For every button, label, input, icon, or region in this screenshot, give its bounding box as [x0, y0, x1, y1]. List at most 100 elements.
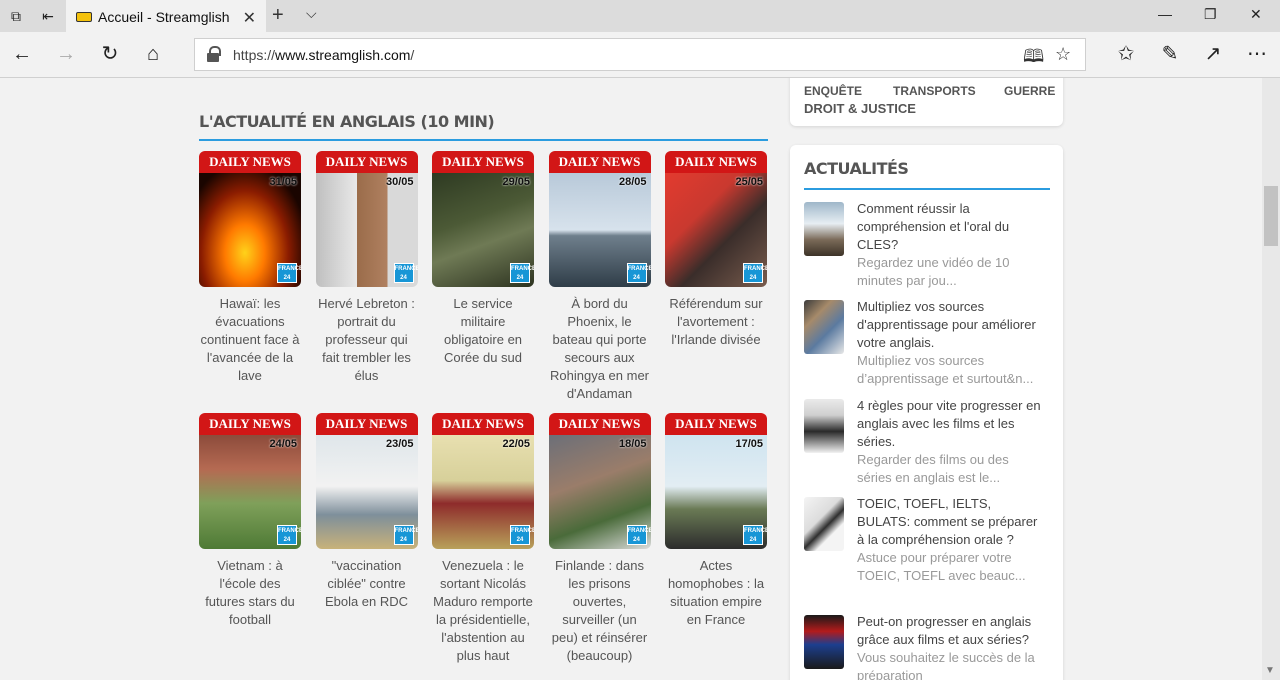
- video-caption[interactable]: Référendum sur l'avortement : l'Irlande …: [665, 295, 767, 349]
- video-caption[interactable]: Actes homophobes : la situation empire e…: [665, 557, 767, 629]
- france24-logo-icon: FRANCE 24: [393, 263, 418, 283]
- back-icon[interactable]: ←: [10, 42, 34, 66]
- news-thumbnail[interactable]: [804, 202, 844, 256]
- news-thumbnail[interactable]: [804, 497, 844, 551]
- favorite-star-icon[interactable]: ☆: [1055, 44, 1071, 65]
- pen-icon[interactable]: ✎: [1158, 42, 1182, 66]
- page-content: L'ACTUALITÉ EN ANGLAIS (10 MIN) DAILY NE…: [0, 78, 1262, 680]
- news-summary: Vous souhaitez le succès de la préparati…: [857, 650, 1035, 680]
- video-card[interactable]: DAILY NEWS 31/05 FRANCE 24 Hawaï: les évacu…: [199, 151, 301, 385]
- news-headline[interactable]: Peut-on progresser en anglais grâce aux …: [857, 613, 1047, 649]
- video-date: 22/05: [502, 438, 530, 450]
- video-thumbnail[interactable]: 25/05 FRANCE 24: [665, 173, 767, 287]
- refresh-icon[interactable]: ↻: [98, 42, 122, 66]
- daily-news-badge: DAILY NEWS: [548, 151, 651, 173]
- news-divider: [804, 188, 1050, 190]
- tag-guerre[interactable]: GUERRE: [1004, 84, 1055, 98]
- video-thumbnail[interactable]: 29/05 FRANCE 24: [432, 173, 534, 287]
- news-headline[interactable]: Multipliez vos sources d'apprentissage p…: [857, 298, 1047, 352]
- tab-actions-icon[interactable]: ⧉: [6, 6, 26, 26]
- video-caption[interactable]: Hervé Lebreton : portrait du professeur …: [316, 295, 418, 385]
- video-card[interactable]: DAILY NEWS 22/05 FRANCE 24 Venezuela : le s…: [432, 413, 534, 665]
- video-thumbnail[interactable]: 24/05 FRANCE 24: [199, 435, 301, 549]
- url-text[interactable]: https://www.streamglish.com/: [233, 47, 414, 63]
- minimize-icon[interactable]: —: [1158, 6, 1172, 22]
- news-thumbnail[interactable]: [804, 399, 844, 453]
- restore-icon[interactable]: ❐: [1204, 6, 1217, 23]
- france24-logo-icon: FRANCE 24: [626, 263, 651, 283]
- daily-news-badge: DAILY NEWS: [199, 413, 301, 435]
- video-caption[interactable]: Venezuela : le sortant Nicolás Maduro re…: [432, 557, 534, 665]
- video-card[interactable]: DAILY NEWS 30/05 FRANCE 24 Hervé Lebreton :…: [315, 151, 418, 385]
- video-caption[interactable]: Le service militaire obligatoire en Coré…: [432, 295, 534, 367]
- video-card[interactable]: DAILY NEWS 18/05 FRANCE 24 Finlande : dans …: [548, 413, 651, 665]
- daily-news-badge: DAILY NEWS: [199, 151, 301, 173]
- france24-logo-icon: FRANCE 24: [393, 525, 418, 545]
- france24-logo-icon: FRANCE 24: [743, 263, 767, 283]
- scroll-down-icon[interactable]: ▼: [1265, 665, 1275, 676]
- tag-transports[interactable]: TRANSPORTS: [893, 84, 976, 98]
- address-bar[interactable]: https://www.streamglish.com/ 🕮 ☆: [194, 38, 1086, 71]
- video-card[interactable]: DAILY NEWS 28/05 FRANCE 24 À bord du Phoeni…: [548, 151, 651, 403]
- video-caption[interactable]: Hawaï: les évacuations continuent face à…: [199, 295, 301, 385]
- video-thumbnail[interactable]: 28/05 FRANCE 24: [548, 173, 651, 287]
- tab-accueil[interactable]: Accueil - Streamglish ✕: [66, 0, 266, 32]
- close-window-icon[interactable]: ✕: [1250, 6, 1262, 23]
- lock-icon: [207, 46, 221, 62]
- france24-logo-icon: FRANCE 24: [277, 525, 301, 545]
- news-summary: Astuce pour préparer votre TOEIC, TOEFL …: [857, 550, 1026, 583]
- daily-news-badge: DAILY NEWS: [315, 413, 418, 435]
- video-thumbnail[interactable]: 18/05 FRANCE 24: [548, 435, 651, 549]
- video-thumbnail[interactable]: 23/05 FRANCE 24: [315, 435, 418, 549]
- news-panel: ACTUALITÉS Comment réussir la compréhens…: [790, 145, 1063, 680]
- video-thumbnail[interactable]: 22/05 FRANCE 24: [432, 435, 534, 549]
- more-icon[interactable]: ⋯: [1245, 42, 1269, 66]
- scrollbar-thumb[interactable]: [1264, 186, 1278, 246]
- video-caption[interactable]: Vietnam : à l'école des futures stars du…: [199, 557, 301, 629]
- video-thumbnail[interactable]: 30/05 FRANCE 24: [315, 173, 418, 287]
- tab-title: Accueil - Streamglish: [98, 9, 230, 25]
- news-summary: Regardez une vidéo de 10 minutes par jou…: [857, 255, 1010, 288]
- video-card[interactable]: DAILY NEWS 23/05 FRANCE 24 "vaccination cib…: [315, 413, 418, 611]
- france24-logo-icon: FRANCE 24: [626, 525, 651, 545]
- france24-logo-icon: FRANCE 24: [510, 263, 534, 283]
- news-thumbnail[interactable]: [804, 615, 844, 669]
- new-tab-icon[interactable]: +: [272, 4, 284, 27]
- daily-news-badge: DAILY NEWS: [432, 413, 534, 435]
- daily-news-badge: DAILY NEWS: [432, 151, 534, 173]
- favorites-hub-icon[interactable]: ✩: [1114, 42, 1138, 66]
- share-icon[interactable]: ↗: [1201, 42, 1225, 66]
- video-caption[interactable]: Finlande : dans les prisons ouvertes, su…: [549, 557, 651, 665]
- navigation-bar: ← → ↻ ⌂ https://www.streamglish.com/ 🕮 ☆…: [0, 32, 1280, 78]
- video-thumbnail[interactable]: 31/05 FRANCE 24: [199, 173, 301, 287]
- tag-droit-justice[interactable]: DROIT & JUSTICE: [804, 101, 916, 116]
- video-thumbnail[interactable]: 17/05 FRANCE 24: [665, 435, 767, 549]
- set-aside-tabs-icon[interactable]: ⇤: [38, 6, 58, 26]
- scrollbar[interactable]: ▼: [1262, 78, 1280, 680]
- news-headline[interactable]: TOEIC, TOEFL, IELTS, BULATS: comment se …: [857, 495, 1047, 549]
- video-date: 17/05: [735, 438, 763, 450]
- video-card[interactable]: DAILY NEWS 24/05 FRANCE 24 Vietnam : à l'éc…: [199, 413, 301, 629]
- tab-bar: ⧉ ⇤ Accueil - Streamglish ✕ + ⌵ — ❐ ✕: [0, 0, 1280, 32]
- news-headline[interactable]: 4 règles pour vite progresser en anglais…: [857, 397, 1047, 451]
- video-card[interactable]: DAILY NEWS 29/05 FRANCE 24 Le service milit…: [432, 151, 534, 367]
- forward-icon[interactable]: →: [54, 42, 78, 66]
- video-caption[interactable]: "vaccination ciblée" contre Ebola en RDC: [316, 557, 418, 611]
- chevron-down-icon[interactable]: ⌵: [306, 5, 317, 22]
- daily-news-badge: DAILY NEWS: [665, 151, 767, 173]
- video-caption[interactable]: À bord du Phoenix, le bateau qui porte s…: [549, 295, 651, 403]
- video-date: 29/05: [502, 176, 530, 188]
- close-tab-icon[interactable]: ✕: [243, 8, 256, 28]
- reading-view-icon[interactable]: 🕮: [1023, 44, 1044, 74]
- daily-news-badge: DAILY NEWS: [315, 151, 418, 173]
- video-card[interactable]: DAILY NEWS 17/05 FRANCE 24 Actes homophobes…: [665, 413, 767, 629]
- france24-logo-icon: FRANCE 24: [743, 525, 767, 545]
- video-date: 31/05: [269, 176, 297, 188]
- news-headline[interactable]: Comment réussir la compréhension et l'or…: [857, 200, 1047, 254]
- news-thumbnail[interactable]: [804, 300, 844, 354]
- section-title: L'ACTUALITÉ EN ANGLAIS (10 MIN): [199, 112, 495, 131]
- news-summary: Regarder des films ou des séries en angl…: [857, 452, 1009, 485]
- video-card[interactable]: DAILY NEWS 25/05 FRANCE 24 Référendum sur l…: [665, 151, 767, 349]
- home-icon[interactable]: ⌂: [141, 42, 165, 66]
- tag-enquete[interactable]: ENQUÊTE: [804, 84, 862, 98]
